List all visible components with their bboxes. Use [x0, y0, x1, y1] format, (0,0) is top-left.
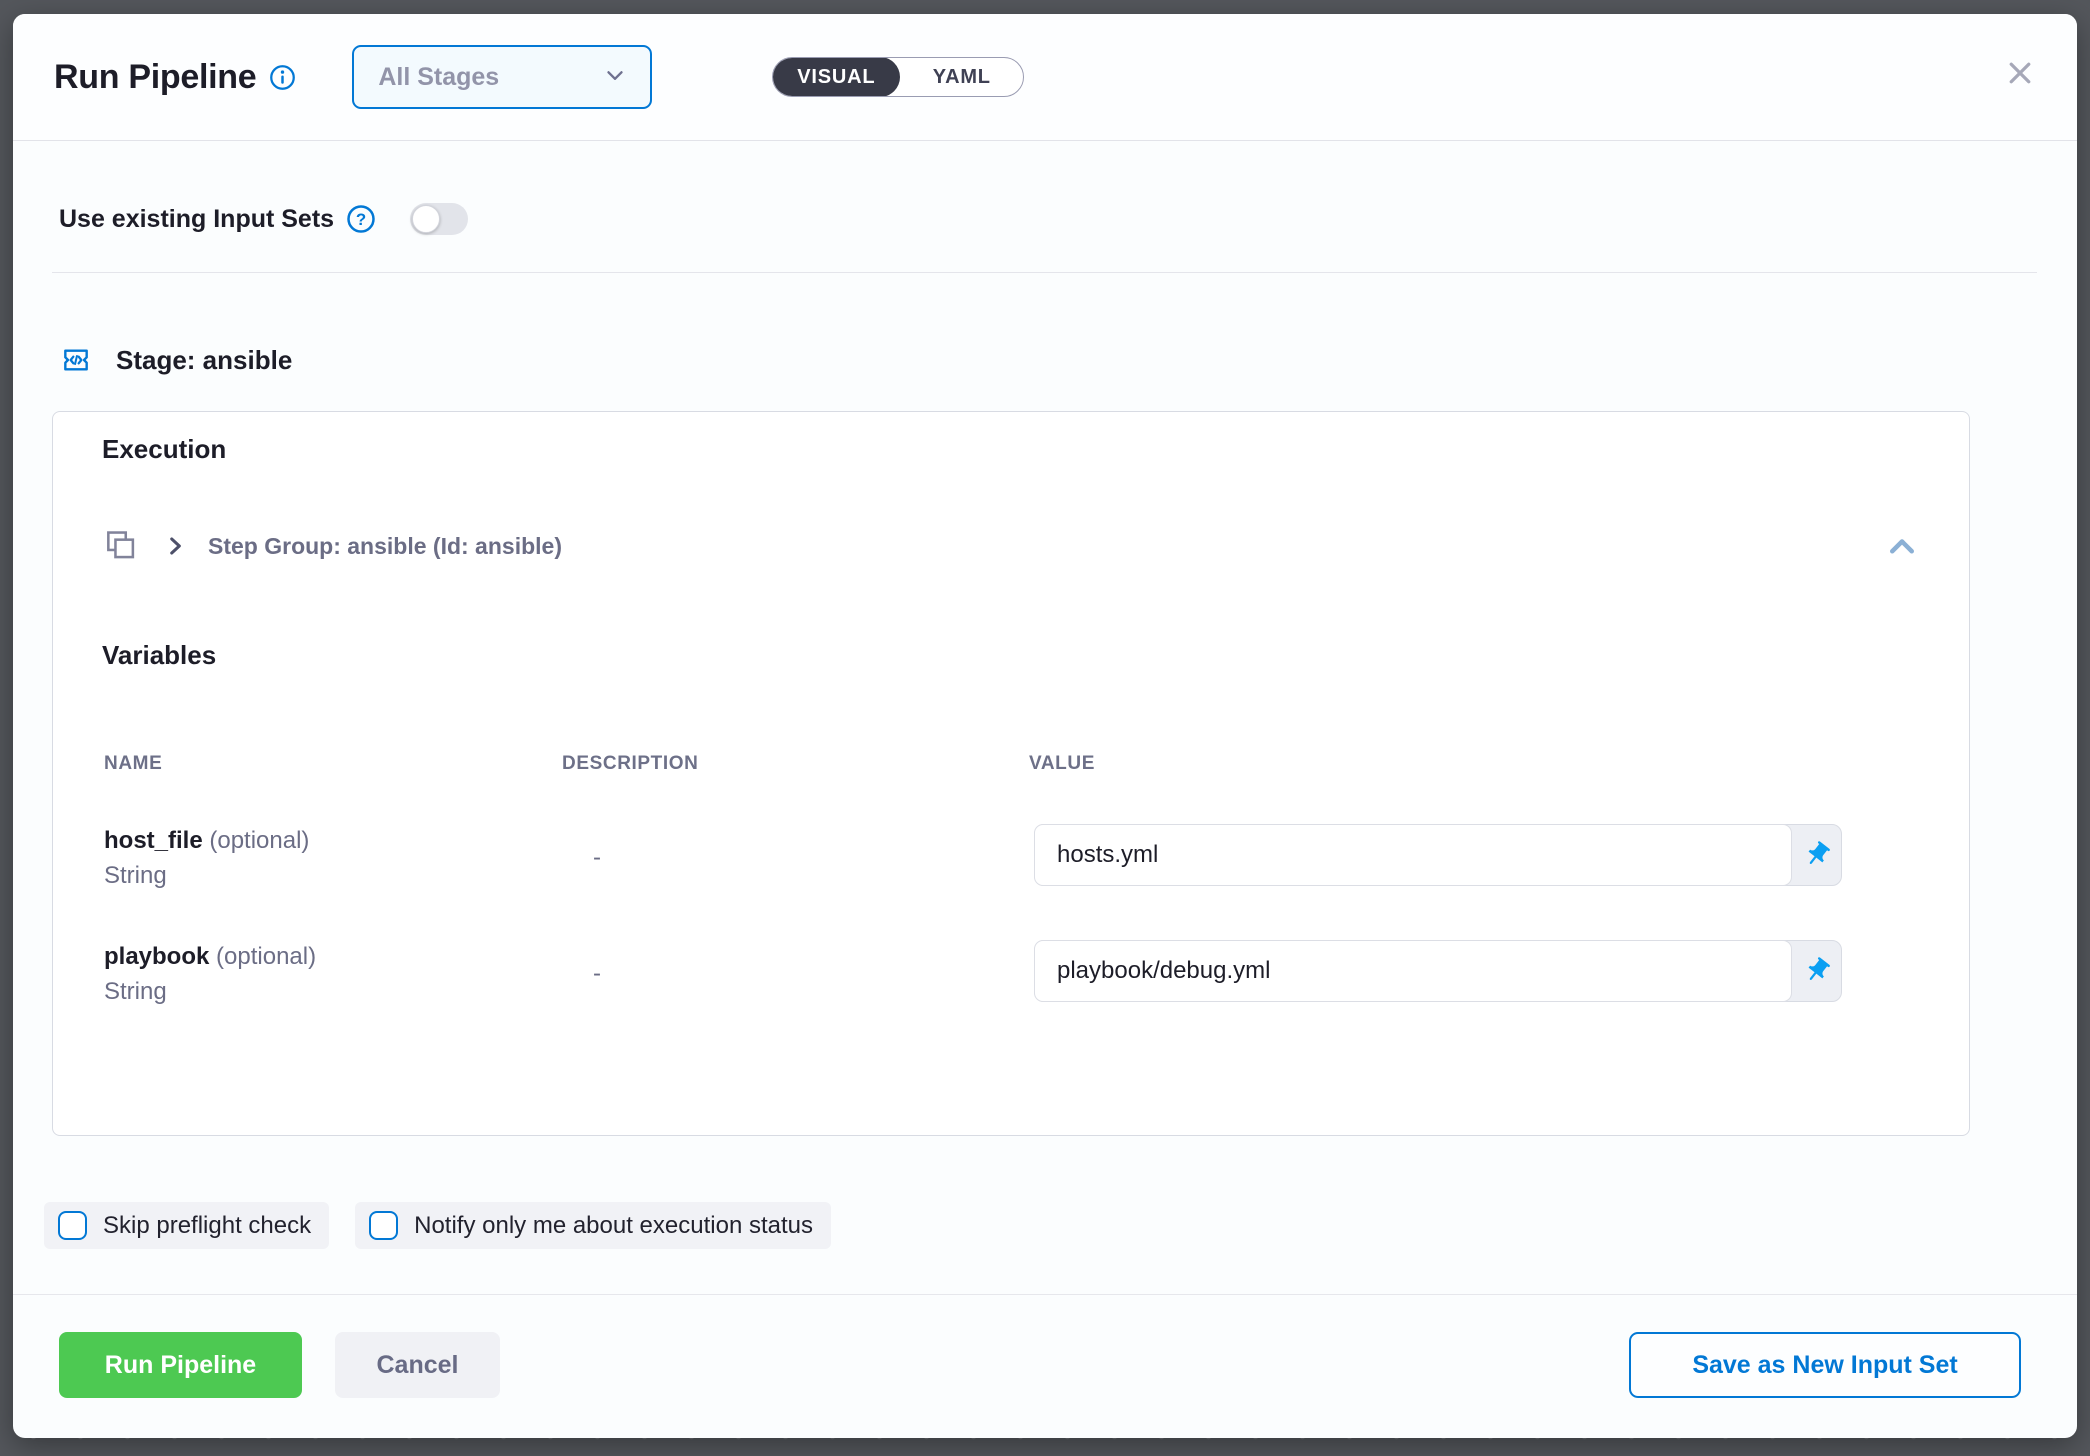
variable-type: String: [104, 862, 167, 890]
use-existing-input-sets-label: Use existing Input Sets: [59, 205, 334, 234]
column-header-name: NAME: [104, 753, 162, 775]
notify-me-option[interactable]: Notify only me about execution status: [355, 1202, 831, 1249]
close-icon[interactable]: [2005, 58, 2035, 88]
stage-selector-value: All Stages: [378, 63, 602, 92]
cancel-button[interactable]: Cancel: [335, 1332, 500, 1398]
chevron-right-icon[interactable]: [162, 533, 188, 559]
notify-me-checkbox[interactable]: [369, 1211, 398, 1240]
visual-yaml-toggle: VISUAL YAML: [772, 57, 1024, 97]
pin-icon[interactable]: [1792, 825, 1841, 885]
run-pipeline-button[interactable]: Run Pipeline: [59, 1332, 302, 1398]
run-pipeline-dialog: Run Pipeline All Stages VISUAL YAML: [13, 14, 2077, 1438]
section-divider: [52, 272, 2037, 273]
playbook-input[interactable]: [1034, 940, 1792, 1002]
variable-description: -: [593, 844, 601, 872]
notify-me-label: Notify only me about execution status: [414, 1212, 813, 1240]
variable-name: playbook (optional): [104, 943, 316, 971]
stage-heading-row: Stage: ansible: [60, 340, 292, 380]
execution-title: Execution: [102, 434, 226, 465]
tab-yaml[interactable]: YAML: [900, 58, 1023, 96]
use-existing-input-sets-row: Use existing Input Sets ?: [59, 198, 468, 240]
skip-preflight-label: Skip preflight check: [103, 1212, 311, 1240]
variable-name-text: playbook: [104, 943, 209, 970]
host-file-input[interactable]: [1034, 824, 1792, 886]
variable-description: -: [593, 960, 601, 988]
save-as-new-input-set-button[interactable]: Save as New Input Set: [1629, 1332, 2021, 1398]
stage-selector-dropdown[interactable]: All Stages: [352, 45, 652, 109]
variable-optional-text: (optional): [209, 943, 316, 970]
stage-icon: [60, 344, 92, 376]
dialog-footer: Run Pipeline Cancel Save as New Input Se…: [59, 1332, 2021, 1398]
input-sets-toggle[interactable]: [410, 203, 468, 235]
step-group-label: Step Group: ansible (Id: ansible): [208, 533, 562, 560]
variable-value-field: [1034, 824, 1842, 886]
page-title: Run Pipeline: [54, 58, 256, 97]
collapse-chevron-up-icon[interactable]: [1883, 528, 1921, 564]
tab-visual[interactable]: VISUAL: [772, 57, 900, 97]
step-group-row[interactable]: Step Group: ansible (Id: ansible): [102, 524, 562, 568]
execution-card: Execution Step Group: ansible (Id: ansib…: [52, 411, 1970, 1136]
variable-name: host_file (optional): [104, 827, 309, 855]
footer-divider: [13, 1294, 2077, 1295]
column-header-description: DESCRIPTION: [562, 753, 698, 775]
chevron-down-icon: [602, 62, 628, 93]
column-header-value: VALUE: [1029, 753, 1095, 775]
variable-type: String: [104, 978, 167, 1006]
pin-icon[interactable]: [1792, 941, 1841, 1001]
skip-preflight-checkbox[interactable]: [58, 1211, 87, 1240]
help-icon[interactable]: ?: [346, 204, 376, 234]
variable-name-text: host_file: [104, 827, 203, 854]
variables-title: Variables: [102, 640, 216, 671]
variable-optional-text: (optional): [203, 827, 310, 854]
execution-options: Skip preflight check Notify only me abou…: [44, 1202, 831, 1249]
step-group-icon: [102, 526, 140, 566]
toggle-knob: [412, 205, 440, 233]
variable-value-field: [1034, 940, 1842, 1002]
svg-text:?: ?: [356, 210, 366, 229]
skip-preflight-option[interactable]: Skip preflight check: [44, 1202, 329, 1249]
dialog-header: Run Pipeline All Stages VISUAL YAML: [13, 14, 2077, 141]
info-icon[interactable]: [269, 64, 296, 91]
stage-title: Stage: ansible: [116, 345, 292, 376]
